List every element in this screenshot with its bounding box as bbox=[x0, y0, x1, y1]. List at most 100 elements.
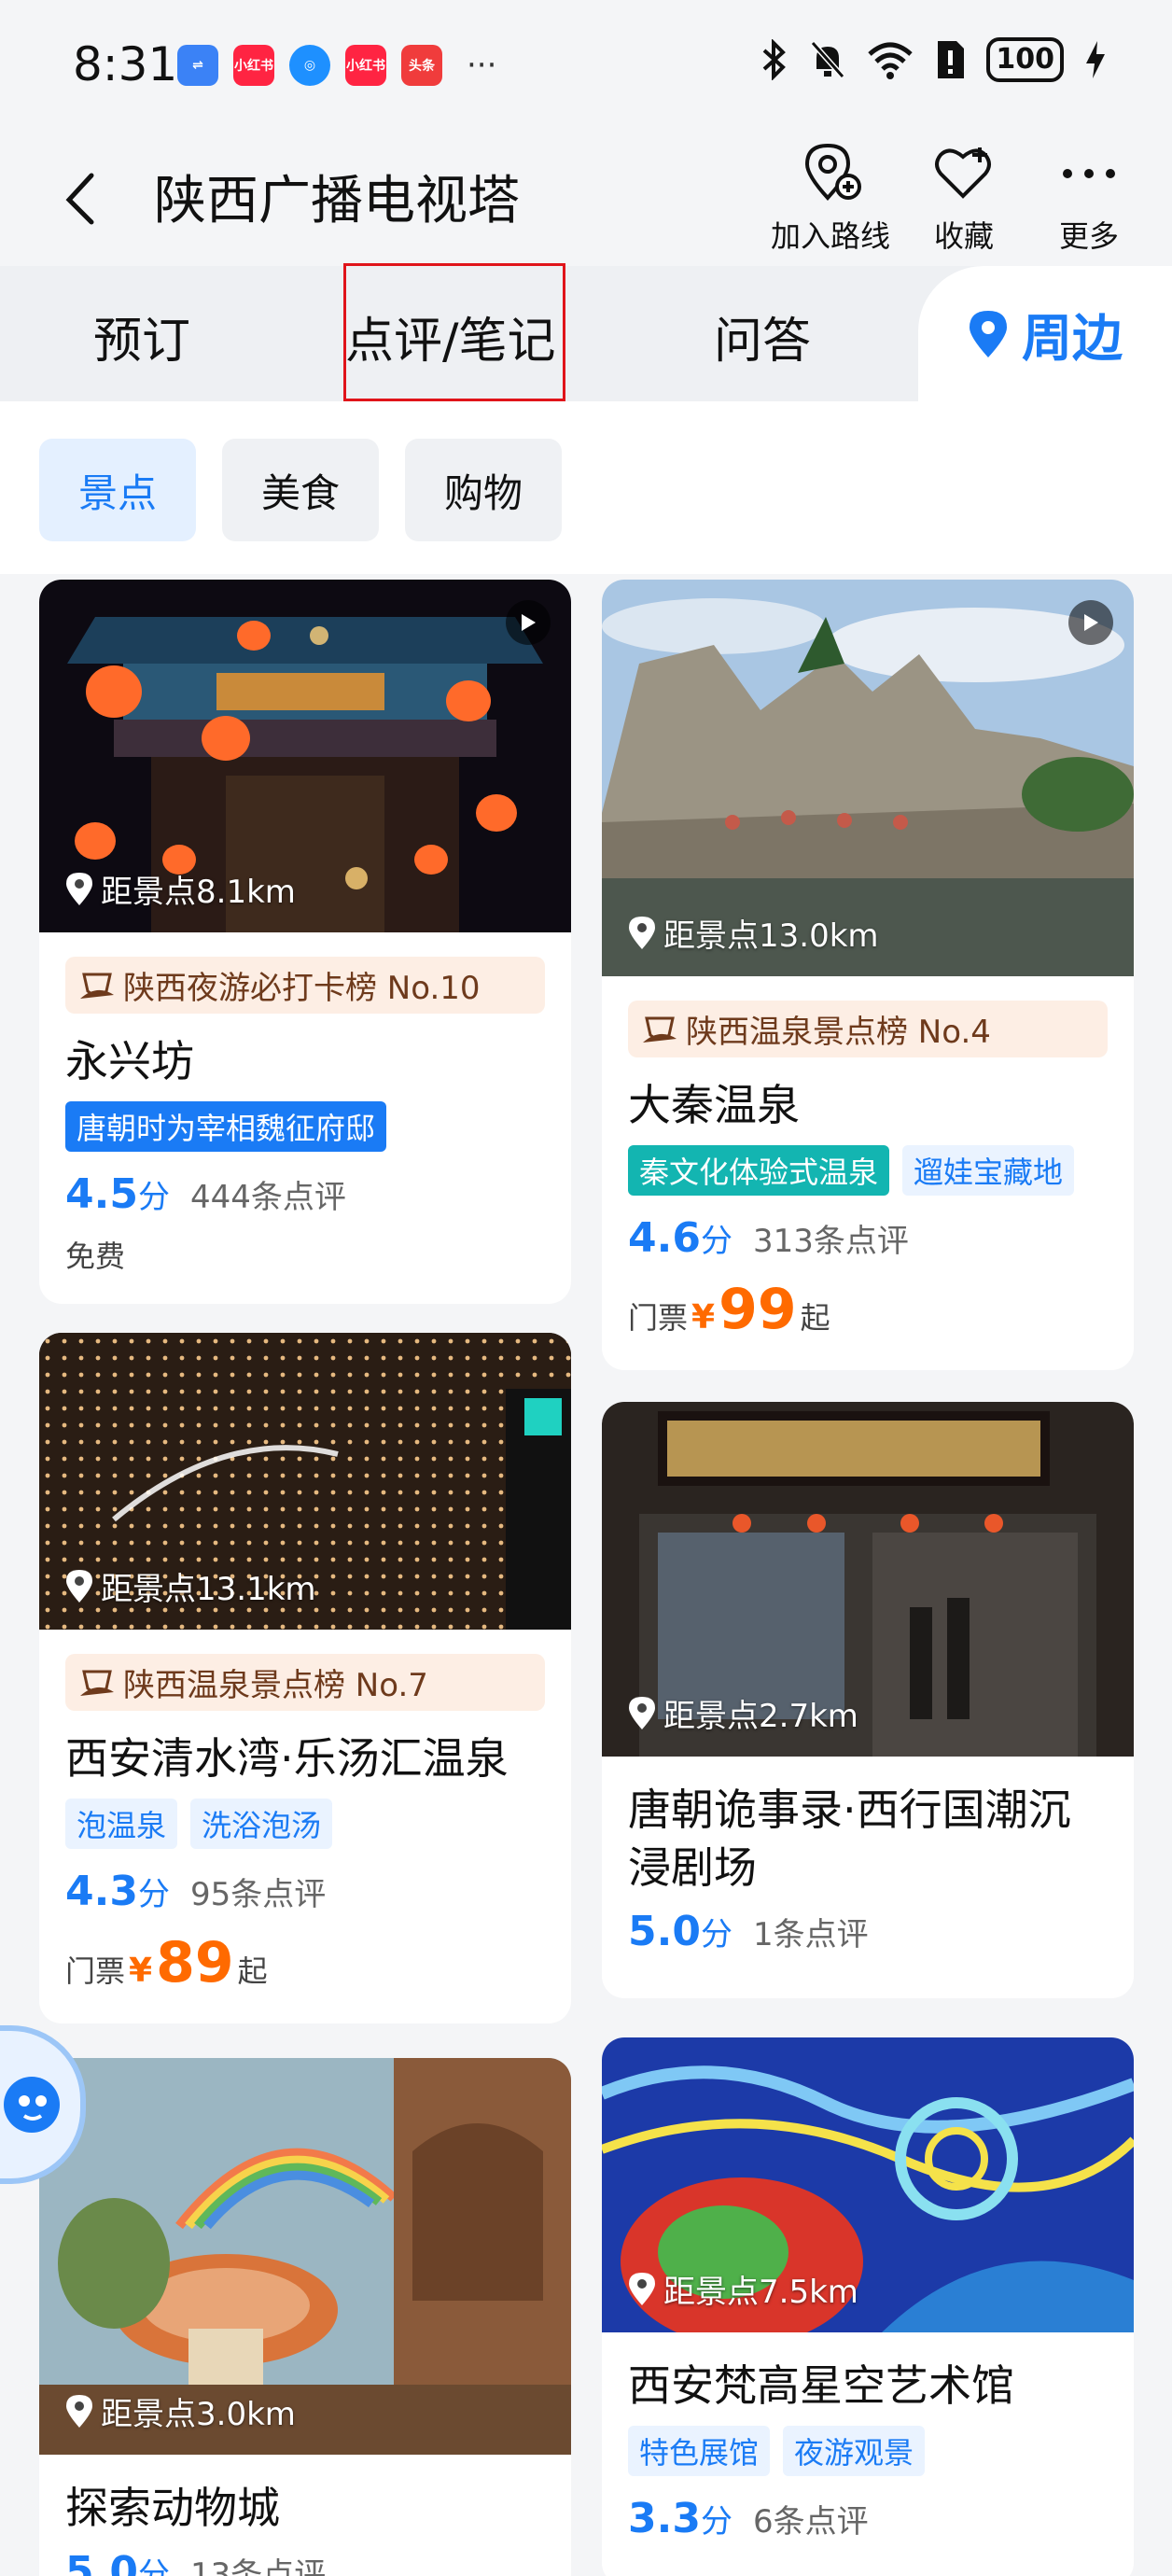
rating-row: 5.0分 1条点评 bbox=[628, 1908, 1108, 1955]
route-pin-icon bbox=[804, 143, 861, 201]
distance-text: 距景点8.1km bbox=[101, 874, 296, 911]
poi-image: 距景点7.5km bbox=[602, 2037, 1134, 2332]
chip-shopping[interactable]: 购物 bbox=[405, 439, 562, 541]
distance-text: 距景点2.7km bbox=[663, 1698, 858, 1735]
poi-tag: 秦文化体验式温泉 bbox=[628, 1145, 890, 1196]
category-filter: 景点 美食 购物 bbox=[0, 401, 1172, 574]
score: 3.3分 bbox=[628, 2495, 732, 2542]
heart-plus-icon bbox=[935, 147, 991, 199]
chip-food[interactable]: 美食 bbox=[222, 439, 379, 541]
poi-card[interactable]: 距景点3.0km 探索动物城 5.0分 13条点评 bbox=[39, 2058, 571, 2576]
poi-tag: 夜游观景 bbox=[783, 2426, 926, 2476]
score: 4.6分 bbox=[628, 1214, 732, 1262]
add-route-label: 加入路线 bbox=[771, 218, 891, 254]
more-button[interactable]: 更多 bbox=[1056, 140, 1122, 256]
review-count: 6条点评 bbox=[752, 2503, 869, 2541]
price-free-text: 免费 bbox=[65, 1239, 126, 1274]
wifi-icon bbox=[868, 42, 914, 79]
rank-badge[interactable]: 陕西夜游必打卡榜 No.10 bbox=[65, 957, 545, 1014]
location-pin-icon bbox=[970, 310, 1007, 357]
charging-icon bbox=[1086, 41, 1105, 78]
battery-indicator: 100 bbox=[986, 37, 1064, 82]
rank-badge[interactable]: 陕西温泉景点榜 No.7 bbox=[65, 1654, 545, 1711]
status-app-icons: ⇌ 小红书 ◎ 小红书 头条 ··· bbox=[177, 45, 496, 86]
mute-bell-icon bbox=[811, 41, 845, 78]
poi-card[interactable]: 距景点13.1km 陕西温泉景点榜 No.7 西安清水湾·乐汤汇温泉 泡温泉 洗… bbox=[39, 1333, 571, 2023]
tab-nearby-label: 周边 bbox=[1022, 309, 1123, 368]
poi-name: 西安清水湾·乐汤汇温泉 bbox=[65, 1733, 509, 1784]
poi-tags: 泡温泉 洗浴泡汤 bbox=[65, 1799, 545, 1849]
distance-label: 距景点13.0km bbox=[628, 910, 879, 956]
rating-row: 4.3分 95条点评 bbox=[65, 1868, 545, 1915]
location-pin-icon bbox=[66, 872, 92, 905]
poi-image: 距景点13.1km bbox=[39, 1333, 571, 1630]
price-prefix: 门票 bbox=[628, 1300, 689, 1336]
chevron-left-icon bbox=[65, 173, 94, 225]
page-header: 陕西广播电视塔 加入路线 收藏 更多 bbox=[0, 131, 1172, 261]
score: 5.0分 bbox=[628, 1908, 732, 1955]
location-pin-icon bbox=[629, 916, 655, 949]
poi-card[interactable]: 距景点8.1km 陕西夜游必打卡榜 No.10 永兴坊 唐朝时为宰相魏征府邸 4… bbox=[39, 580, 571, 1304]
poi-name: 唐朝诡事录·西行国潮沉浸剧场 bbox=[628, 1785, 1071, 1893]
price-suffix: 起 bbox=[237, 1953, 268, 1989]
chip-attractions[interactable]: 景点 bbox=[39, 439, 196, 541]
poi-tag: 遛娃宝藏地 bbox=[902, 1145, 1075, 1196]
play-icon bbox=[1084, 614, 1098, 631]
poi-card[interactable]: 距景点7.5km 西安梵高星空艺术馆 特色展馆 夜游观景 3.3分 6条点评 bbox=[602, 2037, 1134, 2576]
distance-text: 距景点13.0km bbox=[663, 917, 879, 955]
poi-image: 距景点2.7km bbox=[602, 1402, 1134, 1757]
poi-tags: 特色展馆 夜游观景 bbox=[628, 2426, 1108, 2476]
rating-row: 3.3分 6条点评 bbox=[628, 2495, 1108, 2542]
price-row: 门票 ¥ 99 起 bbox=[628, 1277, 1108, 1342]
review-count: 444条点评 bbox=[189, 1179, 346, 1216]
distance-label: 距景点7.5km bbox=[628, 2266, 858, 2312]
rank-text: 陕西温泉景点榜 No.4 bbox=[686, 1014, 991, 1051]
bluetooth-icon bbox=[763, 39, 787, 80]
tab-reviews-notes[interactable]: 点评/笔记 bbox=[345, 301, 556, 371]
score: 5.0分 bbox=[65, 2548, 170, 2576]
price-prefix: 门票 bbox=[65, 1953, 126, 1989]
poi-body: 陕西温泉景点榜 No.7 西安清水湾·乐汤汇温泉 泡温泉 洗浴泡汤 4.3分 9… bbox=[39, 1630, 571, 2023]
tab-nearby[interactable]: 周边 bbox=[918, 266, 1172, 401]
distance-label: 距景点13.1km bbox=[65, 1563, 316, 1609]
distance-text: 距景点3.0km bbox=[101, 2396, 296, 2433]
rating-row: 4.6分 313条点评 bbox=[628, 1214, 1108, 1262]
poi-card[interactable]: 距景点13.0km 陕西温泉景点榜 No.4 大秦温泉 秦文化体验式温泉 遛娃宝… bbox=[602, 580, 1134, 1370]
location-pin-icon bbox=[66, 1569, 92, 1603]
tab-booking[interactable]: 预订 bbox=[93, 301, 190, 371]
poi-image: 距景点8.1km bbox=[39, 580, 571, 932]
poi-name: 大秦温泉 bbox=[628, 1080, 800, 1130]
rating-row: 5.0分 13条点评 bbox=[65, 2548, 545, 2576]
sim-alert-icon bbox=[938, 41, 965, 78]
location-pin-icon bbox=[629, 2272, 655, 2305]
browser-icon: ◎ bbox=[289, 45, 330, 86]
poi-tag: 特色展馆 bbox=[628, 2426, 771, 2476]
rank-badge[interactable]: 陕西温泉景点榜 No.4 bbox=[628, 1001, 1108, 1057]
review-count: 313条点评 bbox=[752, 1223, 909, 1260]
price-row: 门票 ¥ 89 起 bbox=[65, 1930, 545, 1995]
poi-body: 唐朝诡事录·西行国潮沉浸剧场 5.0分 1条点评 bbox=[602, 1757, 1134, 1998]
video-play-button[interactable] bbox=[1068, 600, 1113, 645]
poi-name: 探索动物城 bbox=[65, 2483, 280, 2533]
score: 4.3分 bbox=[65, 1868, 170, 1915]
poi-tag: 唐朝时为宰相魏征府邸 bbox=[65, 1101, 387, 1152]
add-route-button[interactable]: 加入路线 bbox=[771, 140, 890, 256]
distance-label: 距景点8.1km bbox=[65, 866, 296, 912]
location-pin-icon bbox=[66, 2394, 92, 2428]
tab-qa[interactable]: 问答 bbox=[714, 301, 811, 371]
video-play-button[interactable] bbox=[506, 600, 551, 645]
poi-body: 陕西温泉景点榜 No.4 大秦温泉 秦文化体验式温泉 遛娃宝藏地 4.6分 31… bbox=[602, 976, 1134, 1370]
rating-row: 4.5分 444条点评 bbox=[65, 1170, 545, 1218]
price-amount: 99 bbox=[719, 1277, 797, 1342]
nearby-feed: 距景点8.1km 陕西夜游必打卡榜 No.10 永兴坊 唐朝时为宰相魏征府邸 4… bbox=[0, 574, 1172, 2576]
favorite-button[interactable]: 收藏 bbox=[931, 140, 997, 256]
poi-card[interactable]: 距景点2.7km 唐朝诡事录·西行国潮沉浸剧场 5.0分 1条点评 bbox=[602, 1402, 1134, 1998]
poi-tags: 唐朝时为宰相魏征府邸 bbox=[65, 1101, 545, 1152]
more-notifications-icon: ··· bbox=[467, 47, 497, 84]
poi-tag: 泡温泉 bbox=[65, 1799, 178, 1849]
poi-body: 探索动物城 5.0分 13条点评 bbox=[39, 2455, 571, 2576]
more-dots-icon bbox=[1063, 169, 1115, 178]
play-icon bbox=[522, 614, 536, 631]
status-time: 8:31 bbox=[73, 37, 178, 91]
back-button[interactable] bbox=[54, 164, 110, 230]
